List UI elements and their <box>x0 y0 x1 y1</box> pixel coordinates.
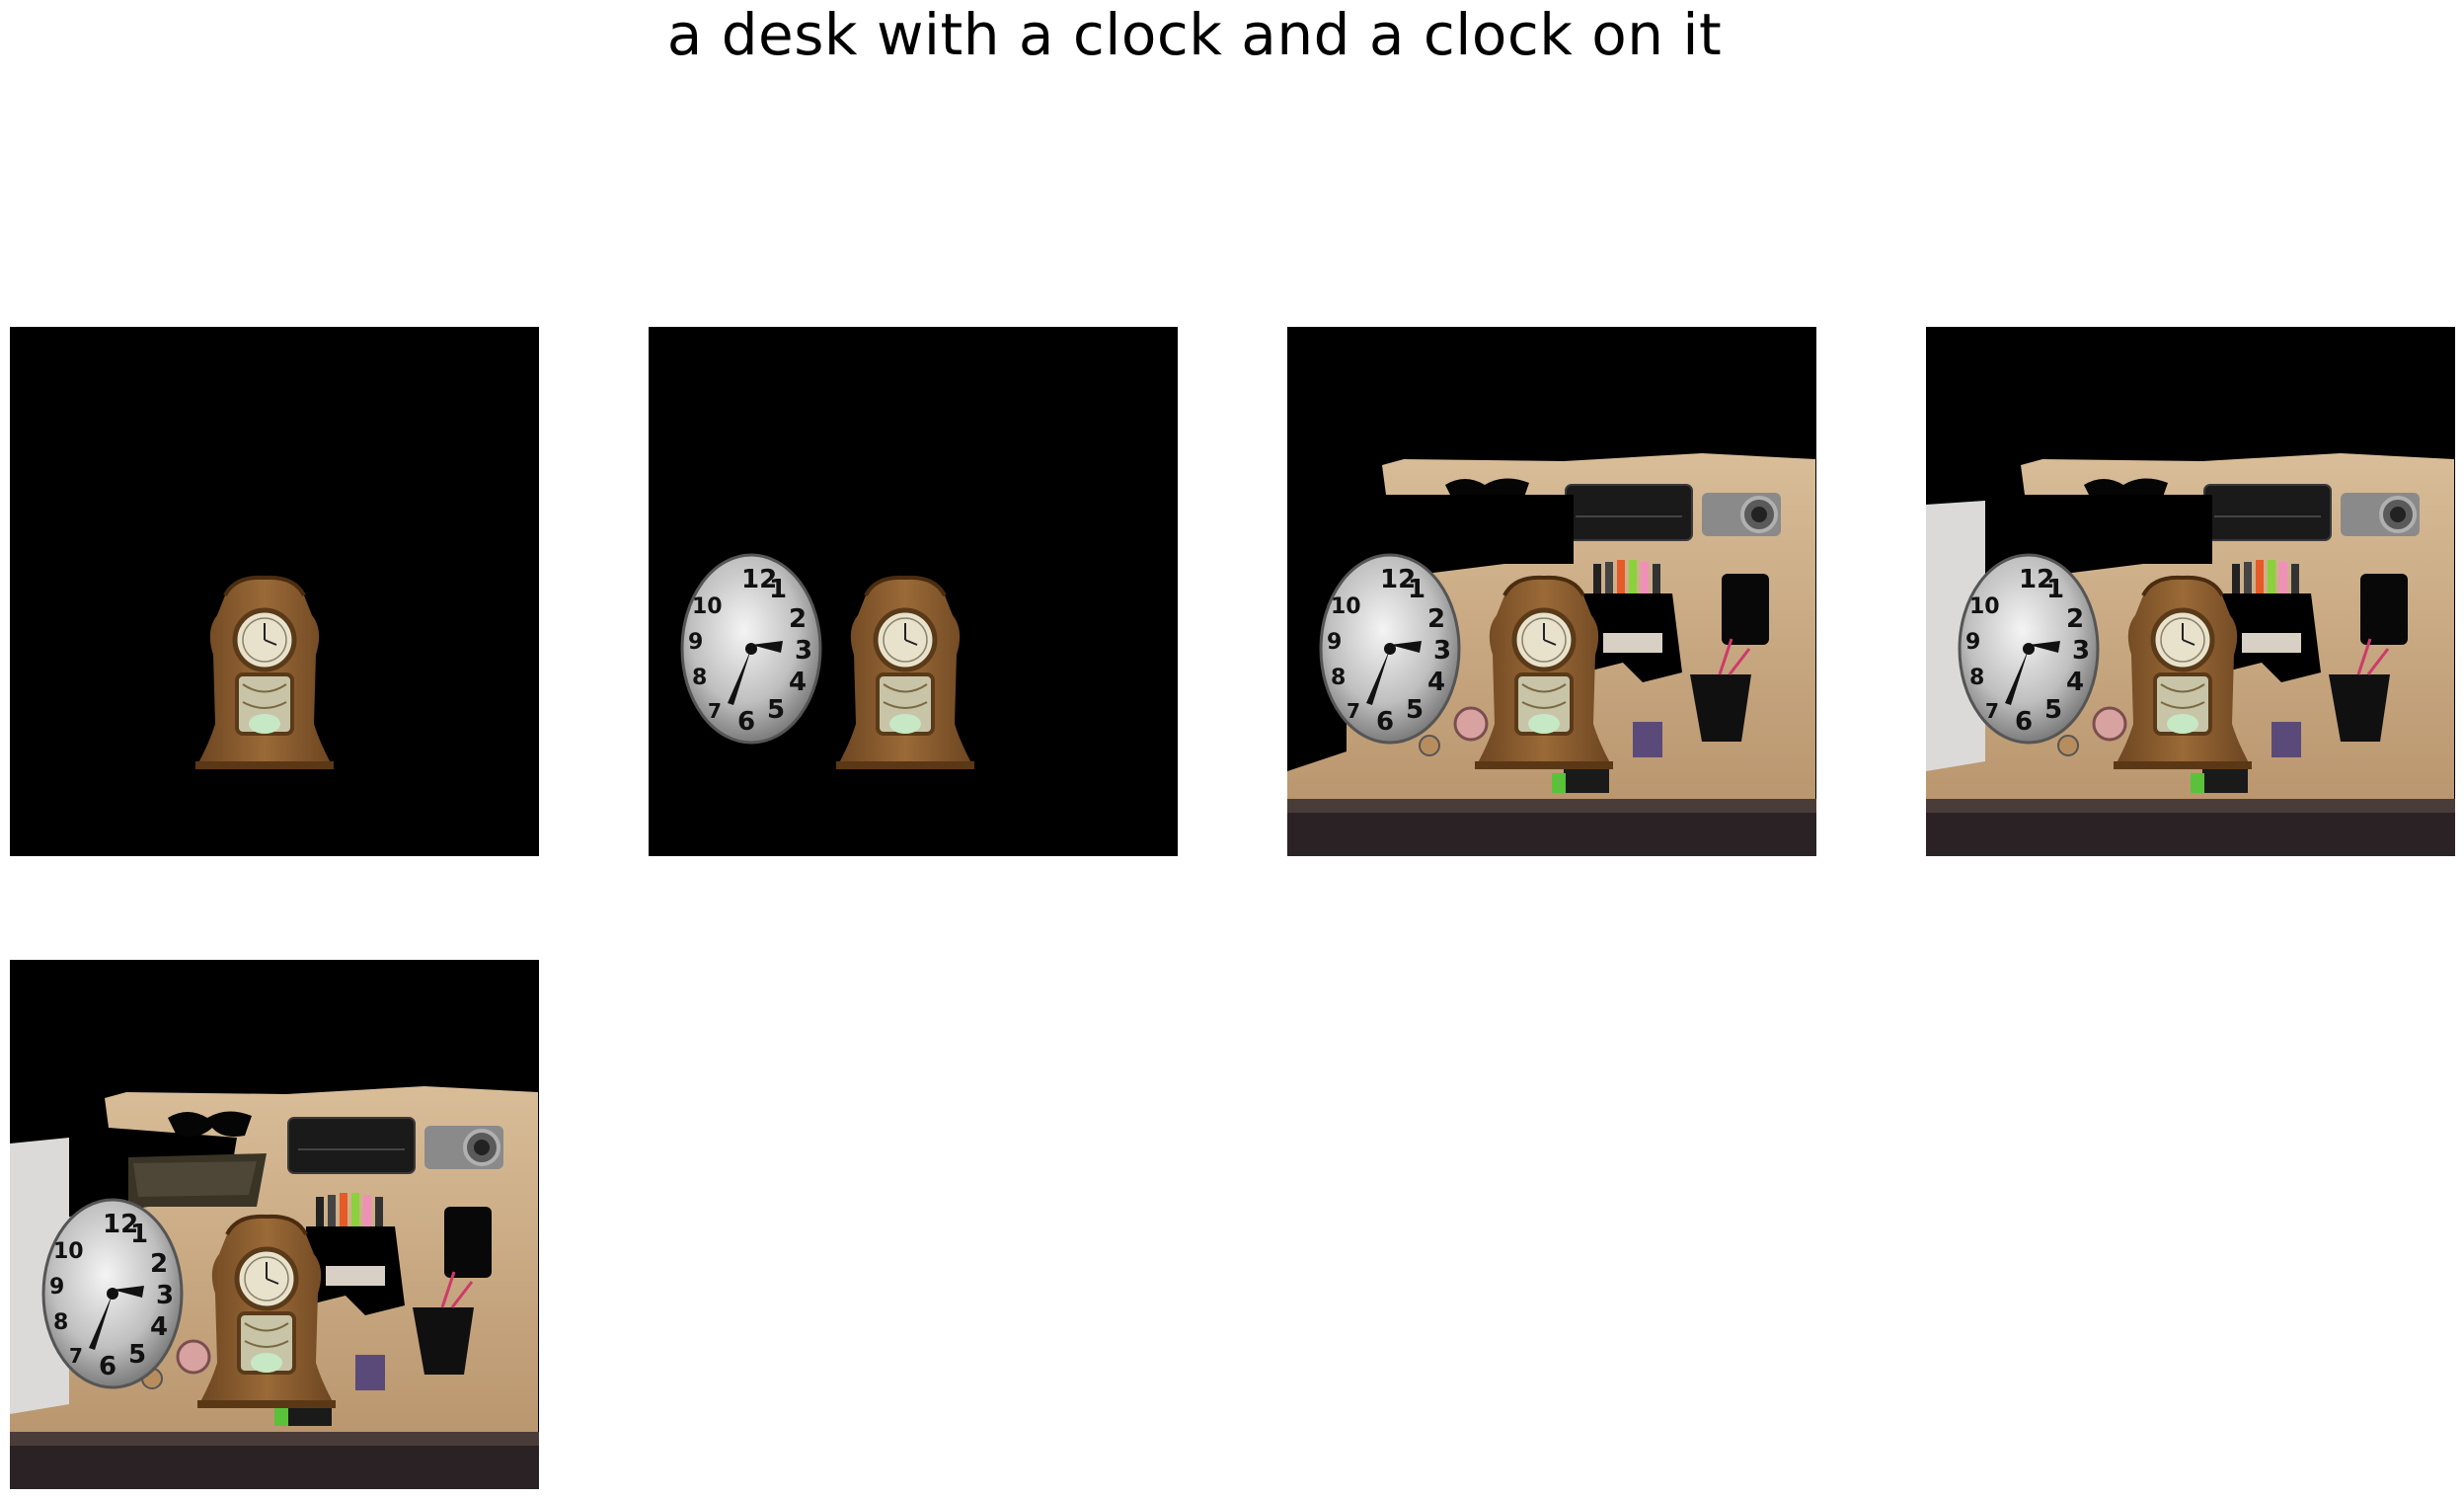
panel-5 <box>10 960 539 1489</box>
panel-1 <box>10 327 539 856</box>
figure-title: a desk with a clock and a clock on it <box>666 1 1723 68</box>
wall-clock <box>680 553 822 745</box>
wall-clock <box>1958 553 2100 745</box>
panel-2-image <box>649 327 1178 856</box>
panel-5-image <box>10 960 539 1489</box>
panel-4 <box>1926 327 2455 856</box>
panel-1-image <box>10 327 539 856</box>
wall-clock <box>41 1198 184 1389</box>
wall-clock <box>1319 553 1461 745</box>
panel-2 <box>649 327 1178 856</box>
panel-3 <box>1287 327 1816 856</box>
panel-4-image <box>1926 327 2455 856</box>
panel-3-image <box>1287 327 1816 856</box>
